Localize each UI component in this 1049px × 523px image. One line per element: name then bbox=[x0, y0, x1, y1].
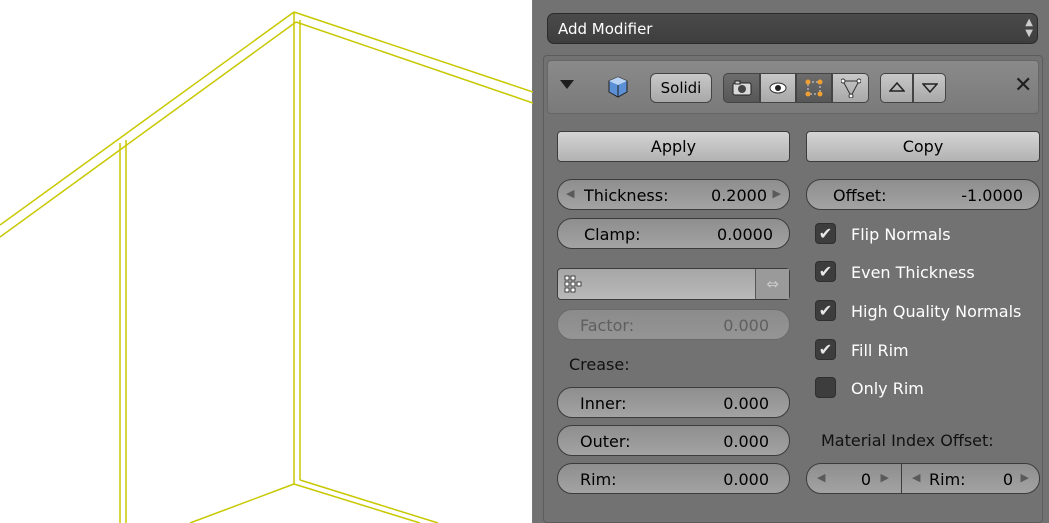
collapse-triangle-icon[interactable] bbox=[560, 80, 574, 89]
offset-field[interactable]: Offset: -1.0000 bbox=[806, 179, 1040, 210]
3d-viewport[interactable] bbox=[0, 0, 533, 523]
inner-value: 0.000 bbox=[723, 394, 769, 413]
fill-rim-checkbox[interactable]: ✔ bbox=[815, 339, 836, 360]
add-modifier-dropdown[interactable]: Add Modifier ▲ ▼ bbox=[547, 13, 1038, 44]
modifier-header: Solidi ✕ bbox=[547, 60, 1039, 114]
increment-arrow-icon[interactable]: ▶ bbox=[773, 187, 781, 200]
render-toggle-button[interactable] bbox=[723, 73, 760, 103]
decrement-arrow-icon[interactable]: ◀ bbox=[817, 471, 825, 484]
crease-inner-field[interactable]: Inner: 0.000 bbox=[557, 387, 790, 418]
close-icon[interactable]: ✕ bbox=[1014, 73, 1032, 98]
clamp-label: Clamp: bbox=[584, 225, 641, 244]
modifier-properties-panel: Add Modifier ▲ ▼ Solidi ✕ Apply Copy ◀ T… bbox=[533, 0, 1049, 523]
add-modifier-label: Add Modifier bbox=[558, 20, 653, 38]
editmode-icon bbox=[805, 79, 823, 97]
even-thickness-checkbox[interactable]: ✔ bbox=[815, 261, 836, 282]
clamp-value: 0.0000 bbox=[717, 225, 773, 244]
material-offset-value: 0 bbox=[860, 470, 871, 489]
modifier-name: Solidi bbox=[660, 79, 702, 97]
fill-rim-label: Fill Rim bbox=[851, 341, 909, 360]
material-index-offset-label: Material Index Offset: bbox=[821, 431, 994, 450]
crease-rim-field[interactable]: Rim: 0.000 bbox=[557, 463, 790, 494]
move-up-button[interactable] bbox=[880, 73, 913, 103]
only-rim-label: Only Rim bbox=[851, 379, 924, 398]
flip-normals-checkbox[interactable]: ✔ bbox=[815, 223, 836, 244]
apply-button[interactable]: Apply bbox=[557, 131, 790, 162]
increment-arrow-icon[interactable]: ▶ bbox=[881, 471, 889, 484]
high-quality-normals-label: High Quality Normals bbox=[851, 302, 1022, 321]
rim-value: 0.000 bbox=[723, 470, 769, 489]
rim-label: Rim: bbox=[580, 470, 617, 489]
thickness-value: 0.2000 bbox=[711, 186, 767, 205]
factor-label: Factor: bbox=[580, 316, 635, 335]
solidify-modifier-icon bbox=[608, 76, 628, 102]
move-up-icon bbox=[888, 82, 905, 92]
eye-visibility-icon bbox=[769, 82, 787, 94]
invert-vertex-group-button[interactable]: ⇔ bbox=[755, 269, 789, 299]
thickness-field[interactable]: ◀ Thickness: 0.2000 ▶ bbox=[557, 179, 790, 210]
cage-vertices-icon bbox=[840, 78, 861, 98]
outer-value: 0.000 bbox=[723, 432, 769, 451]
decrement-arrow-icon[interactable]: ◀ bbox=[566, 187, 574, 200]
factor-value: 0.000 bbox=[723, 316, 769, 335]
vertex-group-field[interactable]: ⇔ bbox=[557, 268, 790, 300]
viewport-toggle-button[interactable] bbox=[760, 73, 796, 103]
flip-normals-label: Flip Normals bbox=[851, 225, 951, 244]
outer-label: Outer: bbox=[580, 432, 631, 451]
dropdown-arrows-icon: ▲ ▼ bbox=[1025, 17, 1033, 39]
thickness-label: Thickness: bbox=[584, 186, 669, 205]
material-rim-offset-field[interactable]: ◀ Rim: 0 ▶ bbox=[901, 463, 1040, 494]
factor-field: Factor: 0.000 bbox=[557, 309, 790, 340]
material-index-offset-field[interactable]: ◀ 0 ▶ bbox=[806, 463, 902, 494]
inner-label: Inner: bbox=[580, 394, 627, 413]
decrement-arrow-icon[interactable]: ◀ bbox=[912, 471, 920, 484]
offset-value: -1.0000 bbox=[961, 186, 1023, 205]
render-camera-icon bbox=[732, 80, 751, 96]
copy-button[interactable]: Copy bbox=[806, 131, 1040, 162]
vertex-group-icon bbox=[564, 275, 582, 293]
wireframe-geometry bbox=[0, 11, 533, 523]
move-down-button[interactable] bbox=[913, 73, 946, 103]
invert-arrows-icon: ⇔ bbox=[766, 275, 779, 293]
material-rim-label: Rim: bbox=[929, 470, 966, 489]
modifier-name-field[interactable]: Solidi bbox=[650, 73, 712, 103]
editmode-toggle-button[interactable] bbox=[796, 73, 832, 103]
clamp-field[interactable]: Clamp: 0.0000 bbox=[557, 218, 790, 249]
material-rim-value: 0 bbox=[1002, 470, 1013, 489]
only-rim-checkbox[interactable] bbox=[815, 377, 836, 398]
crease-outer-field[interactable]: Outer: 0.000 bbox=[557, 425, 790, 456]
high-quality-normals-checkbox[interactable]: ✔ bbox=[815, 300, 836, 321]
crease-label: Crease: bbox=[569, 355, 630, 374]
offset-label: Offset: bbox=[833, 186, 887, 205]
cage-toggle-button[interactable] bbox=[832, 73, 869, 103]
even-thickness-label: Even Thickness bbox=[851, 263, 975, 282]
increment-arrow-icon[interactable]: ▶ bbox=[1021, 471, 1029, 484]
